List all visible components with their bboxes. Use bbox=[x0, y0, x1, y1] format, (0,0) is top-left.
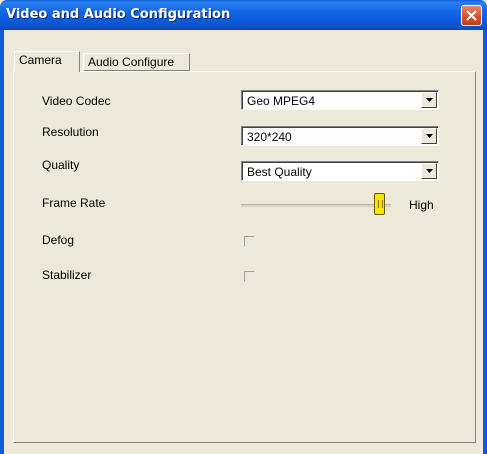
close-button[interactable] bbox=[461, 5, 482, 26]
defog-checkbox[interactable] bbox=[244, 236, 255, 247]
slider-grip-icon bbox=[378, 200, 383, 208]
frame-rate-label: Frame Rate bbox=[42, 196, 106, 210]
title-bar[interactable]: Video and Audio Configuration bbox=[0, 0, 487, 30]
frame-rate-slider-track[interactable] bbox=[241, 204, 391, 207]
tab-camera[interactable]: Camera bbox=[14, 51, 80, 72]
resolution-select[interactable]: 320*240 bbox=[241, 126, 439, 146]
quality-label: Quality bbox=[42, 158, 80, 172]
frame-rate-high-label: High bbox=[409, 198, 434, 212]
resolution-value: 320*240 bbox=[247, 130, 292, 144]
quality-select[interactable]: Best Quality bbox=[241, 161, 439, 181]
chevron-down-icon bbox=[425, 98, 433, 102]
chevron-down-icon bbox=[425, 169, 433, 173]
quality-dropdown-button[interactable] bbox=[421, 163, 437, 179]
window-frame-right bbox=[483, 30, 487, 454]
resolution-label: Resolution bbox=[42, 125, 99, 139]
window-frame-left bbox=[0, 30, 4, 454]
defog-label: Defog bbox=[42, 233, 75, 247]
frame-rate-slider-thumb[interactable] bbox=[374, 193, 385, 215]
video-codec-value: Geo MPEG4 bbox=[247, 94, 316, 108]
stabilizer-checkbox[interactable] bbox=[244, 271, 255, 282]
chevron-down-icon bbox=[425, 134, 433, 138]
stabilizer-label: Stabilizer bbox=[42, 268, 92, 282]
tab-audio-configure[interactable]: Audio Configure bbox=[83, 53, 190, 71]
video-codec-label: Video Codec bbox=[42, 94, 111, 108]
video-codec-dropdown-button[interactable] bbox=[421, 92, 437, 108]
window-title: Video and Audio Configuration bbox=[6, 7, 231, 22]
window-bottom-edge bbox=[4, 445, 483, 454]
close-icon bbox=[466, 10, 477, 21]
video-codec-select[interactable]: Geo MPEG4 bbox=[241, 90, 439, 110]
resolution-dropdown-button[interactable] bbox=[421, 128, 437, 144]
quality-value: Best Quality bbox=[247, 165, 312, 179]
